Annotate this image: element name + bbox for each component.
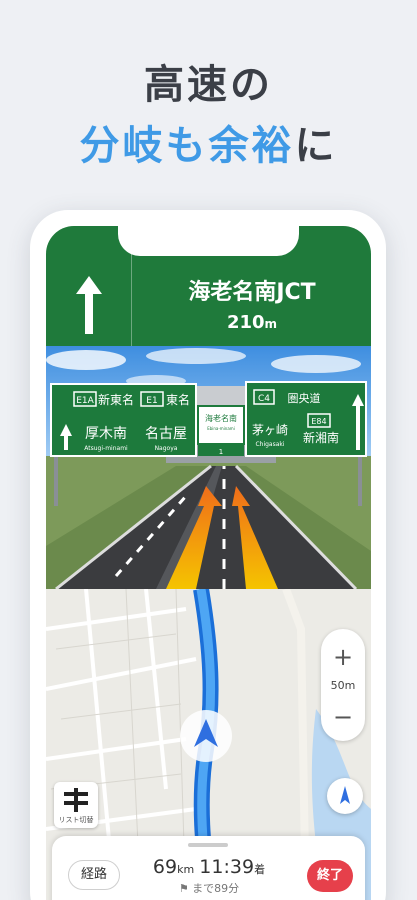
sign-left-code: E1A [76,396,94,406]
remaining-distance: 69 [152,856,178,878]
map-scale: 50m [330,679,356,692]
zoom-out-button[interactable]: − [321,703,365,731]
sign-right-romaji: Chigasaki [255,441,284,448]
sign-center-number: 1 [219,448,223,456]
zoom-control: + 50m − [321,629,365,741]
sign-center-name: 海老名南 [205,413,237,423]
sign-right-code: C4 [258,394,270,404]
junction-3d-view: E1A 新東名 厚木南 Atsugi-minami E1 東名 名古屋 Nago… [46,346,371,589]
list-switch-icon [64,788,88,812]
arrival-suffix: 着 [254,863,266,876]
sign-right-place2: 新湘南 [303,430,339,445]
trip-info-bar: 経路 69km 11:39着 ⚑ まで89分 終了 [52,836,365,900]
end-navigation-button[interactable]: 終了 [307,860,353,892]
sign-middle-route: 東名 [166,392,190,407]
sign-middle-romaji: Nagoya [155,445,178,452]
sign-left-romaji: Atsugi-minami [84,445,128,452]
sign-middle-place: 名古屋 [145,426,187,442]
compass-icon [340,786,350,804]
headline-line-1: 高速の [144,62,273,108]
headline-highlight: 分岐も余裕 [79,123,295,169]
remaining-time-text: まで89分 [192,882,240,895]
straight-arrow-icon [46,226,132,346]
sign-middle-code: E1 [146,396,157,406]
sign-left-route: 新東名 [98,392,134,407]
distance-unit: km [177,863,195,876]
distance-unit: m [264,317,278,331]
junction-name: 海老名南JCT [188,280,316,305]
route-button[interactable]: 経路 [68,860,120,890]
sign-center-sub: Ebina-minami [207,426,235,431]
sign-right-route: 圏央道 [288,391,321,405]
arrival-time: 11:39 [199,856,255,878]
sheet-handle[interactable] [188,843,228,847]
remaining-time: ⚑ まで89分 [134,880,284,896]
headline-line-2: 分岐も余裕に [0,113,417,171]
list-switch-button[interactable]: リスト切替 [54,782,98,828]
list-switch-label: リスト切替 [58,816,94,824]
phone-notch [118,226,299,256]
navigation-screen: 海老名南JCT 210m E1A 新東名 厚木南 Atsugi-minami E… [46,226,371,900]
sign-right-code2: E84 [311,417,326,426]
eta-info: 69km 11:39着 ⚑ まで89分 [134,856,284,896]
compass-button[interactable] [327,778,363,814]
headline-suffix: に [294,123,338,169]
sign-left-place: 厚木南 [85,426,127,442]
sign-right-place: 茅ヶ崎 [252,423,288,437]
flag-icon: ⚑ [178,882,193,895]
zoom-in-button[interactable]: + [321,643,365,671]
distance-to-junction: 210m [142,312,362,333]
distance-value: 210 [226,312,265,333]
